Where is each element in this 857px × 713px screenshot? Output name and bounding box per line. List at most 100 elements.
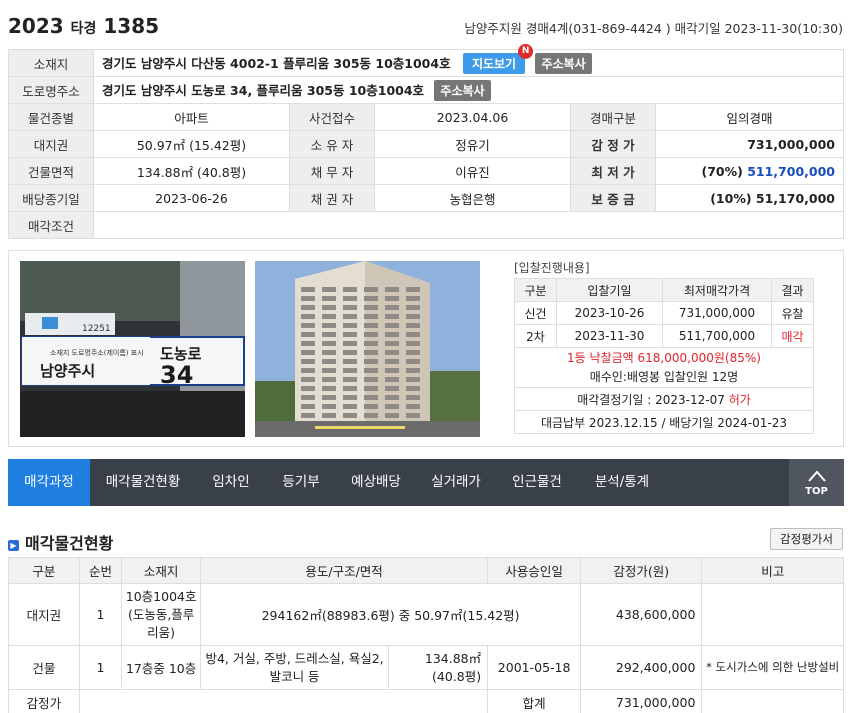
info-label: 경매구분: [570, 103, 656, 131]
new-badge: N: [518, 43, 534, 59]
table-row: 대지권 1 10층1004호 (도농동,플루리움) 294162㎡(88983.…: [8, 583, 844, 646]
sum-value: 731,000,000: [580, 689, 703, 713]
detail-tab-bar: 매각과정 매각물건현황 임차인 등기부 예상배당 실거래가 인근물건 분석/통계…: [8, 459, 844, 506]
section-title: ▶ 매각물건현황: [8, 530, 113, 554]
chevron-up-icon: [807, 470, 826, 482]
bid-table: 구분 입찰기일 최저매각가격 결과 신건 2023-10-26 731,000,…: [514, 278, 814, 434]
map-view-button[interactable]: 지도보기 N: [462, 43, 534, 74]
apartment-image: [255, 261, 480, 437]
info-label: 물건종별: [8, 103, 94, 131]
info-label: 최 저 가: [570, 157, 656, 185]
road-address-text: 경기도 남양주시 도농로 34, 플루리움 305동 10층1004호: [102, 82, 425, 98]
info-label: 채 무 자: [289, 157, 375, 185]
address-label: 소재지: [8, 49, 94, 77]
item-location: 17층중 10층: [121, 645, 202, 690]
tab-nearby-items[interactable]: 인근물건: [496, 459, 578, 506]
table-row: 감정가 합계 731,000,000: [8, 689, 844, 713]
winning-amount: 1등 낙찰금액 618,000,000원(85%): [567, 350, 761, 365]
info-value: 2023-06-26: [93, 184, 290, 212]
scroll-top-button[interactable]: TOP: [789, 459, 844, 506]
address-text: 경기도 남양주시 다산동 4002-1 플루리움 305동 10층1004호: [102, 55, 451, 71]
item-price: 292,400,000: [580, 645, 703, 690]
payment-info: 대금납부 2023.12.15 / 배당기일 2024-01-23: [514, 410, 814, 434]
info-label: 감 정 가: [570, 130, 656, 158]
tab-analysis[interactable]: 분석/통계: [578, 459, 666, 506]
info-value: 아파트: [93, 103, 290, 131]
sign-code: 12251: [82, 324, 111, 334]
item-type: 건물: [8, 645, 80, 690]
info-label: 사건접수: [289, 103, 375, 131]
bid-round: 2차: [514, 324, 557, 348]
bid-header: 입찰기일: [556, 278, 663, 302]
apartment-photo[interactable]: [255, 261, 480, 437]
bid-date: 2023-11-30: [556, 324, 663, 348]
tab-real-transactions[interactable]: 실거래가: [416, 459, 496, 506]
items-header: 소재지: [121, 557, 202, 584]
bid-header: 최저매각가격: [662, 278, 772, 302]
total-spacer: [78, 689, 489, 713]
item-no: 1: [78, 645, 123, 690]
auction-detail-page: 2023 타경 1385 남양주지원 경매4계(031-869-4424 ) 매…: [0, 0, 857, 713]
item-note: [701, 583, 844, 646]
copy-address-button[interactable]: 주소복사: [535, 52, 592, 74]
case-number: 2023 타경 1385: [8, 14, 160, 38]
sum-label: 합계: [487, 689, 582, 713]
winning-info: 1등 낙찰금액 618,000,000원(85%) 매수인:배영봉 입찰인원 1…: [514, 347, 814, 388]
tab-registry[interactable]: 등기부: [266, 459, 336, 506]
item-price: 438,600,000: [580, 583, 703, 646]
decision-date: 매각결정기일 : 2023-12-07 허가: [514, 387, 814, 411]
road-address-cell: 경기도 남양주시 도농로 34, 플루리움 305동 10층1004호 주소복사: [93, 76, 844, 104]
info-label: 보 증 금: [570, 184, 656, 212]
court-info: 남양주지원 경매4계(031-869-4424 ) 매각기일 2023-11-3…: [464, 21, 843, 36]
info-value: 2023.04.06: [374, 103, 571, 131]
item-note: * 도시가스에 의한 난방설비: [701, 645, 844, 690]
item-type: 대지권: [8, 583, 80, 646]
bullet-icon: ▶: [8, 540, 19, 551]
items-header: 구분: [8, 557, 80, 584]
bid-header: 결과: [771, 278, 814, 302]
item-description: 294162㎡(88983.6평) 중 50.97㎡(15.42평): [200, 583, 582, 646]
info-label: 배당종기일: [8, 184, 94, 212]
sale-items-table: 구분 순번 소재지 용도/구조/면적 사용승인일 감정가(원) 비고 대지권 1…: [8, 557, 844, 713]
bid-result: 매각: [771, 324, 814, 348]
buyer-info: 매수인:배영봉 입찰인원 12명: [589, 369, 739, 384]
info-label: 건물면적: [8, 157, 94, 185]
total-label: 감정가: [8, 689, 80, 713]
info-label: 소 유 자: [289, 130, 375, 158]
info-value: 이유진: [374, 157, 571, 185]
bid-result: 유찰: [771, 301, 814, 325]
sign-small-text: 소재지 도로명주소(제이름) 표시: [50, 348, 144, 357]
tab-tenants[interactable]: 임차인: [196, 459, 266, 506]
items-header: 감정가(원): [580, 557, 703, 584]
sign-region: 남양주시: [40, 362, 95, 380]
bid-date: 2023-10-26: [556, 301, 663, 325]
item-use: 방4, 거실, 주방, 드레스실, 욕실2, 발코니 등: [200, 645, 390, 690]
item-area: 134.88㎡ (40.8평): [388, 645, 489, 690]
info-label: 채 권 자: [289, 184, 375, 212]
info-value: 정유기: [374, 130, 571, 158]
minimum-price: (70%) 511,700,000: [655, 157, 844, 185]
tab-sale-items[interactable]: 매각물건현황: [90, 459, 196, 506]
copy-road-address-button[interactable]: 주소복사: [434, 79, 491, 101]
table-row: 건물 1 17층중 10층 방4, 거실, 주방, 드레스실, 욕실2, 발코니…: [8, 645, 844, 690]
road-sign-photo[interactable]: 12251 소재지 도로명주소(제이름) 표시 남양주시 도농로 34: [20, 261, 245, 437]
items-header: 비고: [701, 557, 844, 584]
appraisal-report-button[interactable]: 감정평가서: [770, 528, 843, 550]
items-header: 순번: [78, 557, 123, 584]
case-header: 2023 타경 1385 남양주지원 경매4계(031-869-4424 ) 매…: [8, 14, 843, 40]
items-header: 용도/구조/면적: [200, 557, 489, 584]
tab-sale-process[interactable]: 매각과정: [8, 459, 90, 506]
items-header: 사용승인일: [487, 557, 582, 584]
photo-and-bid-panel: 12251 소재지 도로명주소(제이름) 표시 남양주시 도농로 34 [입찰진…: [8, 250, 844, 447]
address-cell: 경기도 남양주시 다산동 4002-1 플루리움 305동 10층1004호 지…: [93, 43, 844, 77]
info-value: 농협은행: [374, 184, 571, 212]
sign-number: 34: [160, 361, 193, 389]
item-location: 10층1004호 (도농동,플루리움): [121, 583, 202, 646]
bid-price: 731,000,000: [662, 301, 772, 325]
total-note: [701, 689, 844, 713]
tab-expected-dividend[interactable]: 예상배당: [336, 459, 416, 506]
info-value: 134.88㎡ (40.8평): [93, 157, 290, 185]
item-no: 1: [78, 583, 123, 646]
bid-progress: [입찰진행내용] 구분 입찰기일 최저매각가격 결과 신건 2023-10-26…: [514, 259, 814, 434]
bid-price: 511,700,000: [662, 324, 772, 348]
